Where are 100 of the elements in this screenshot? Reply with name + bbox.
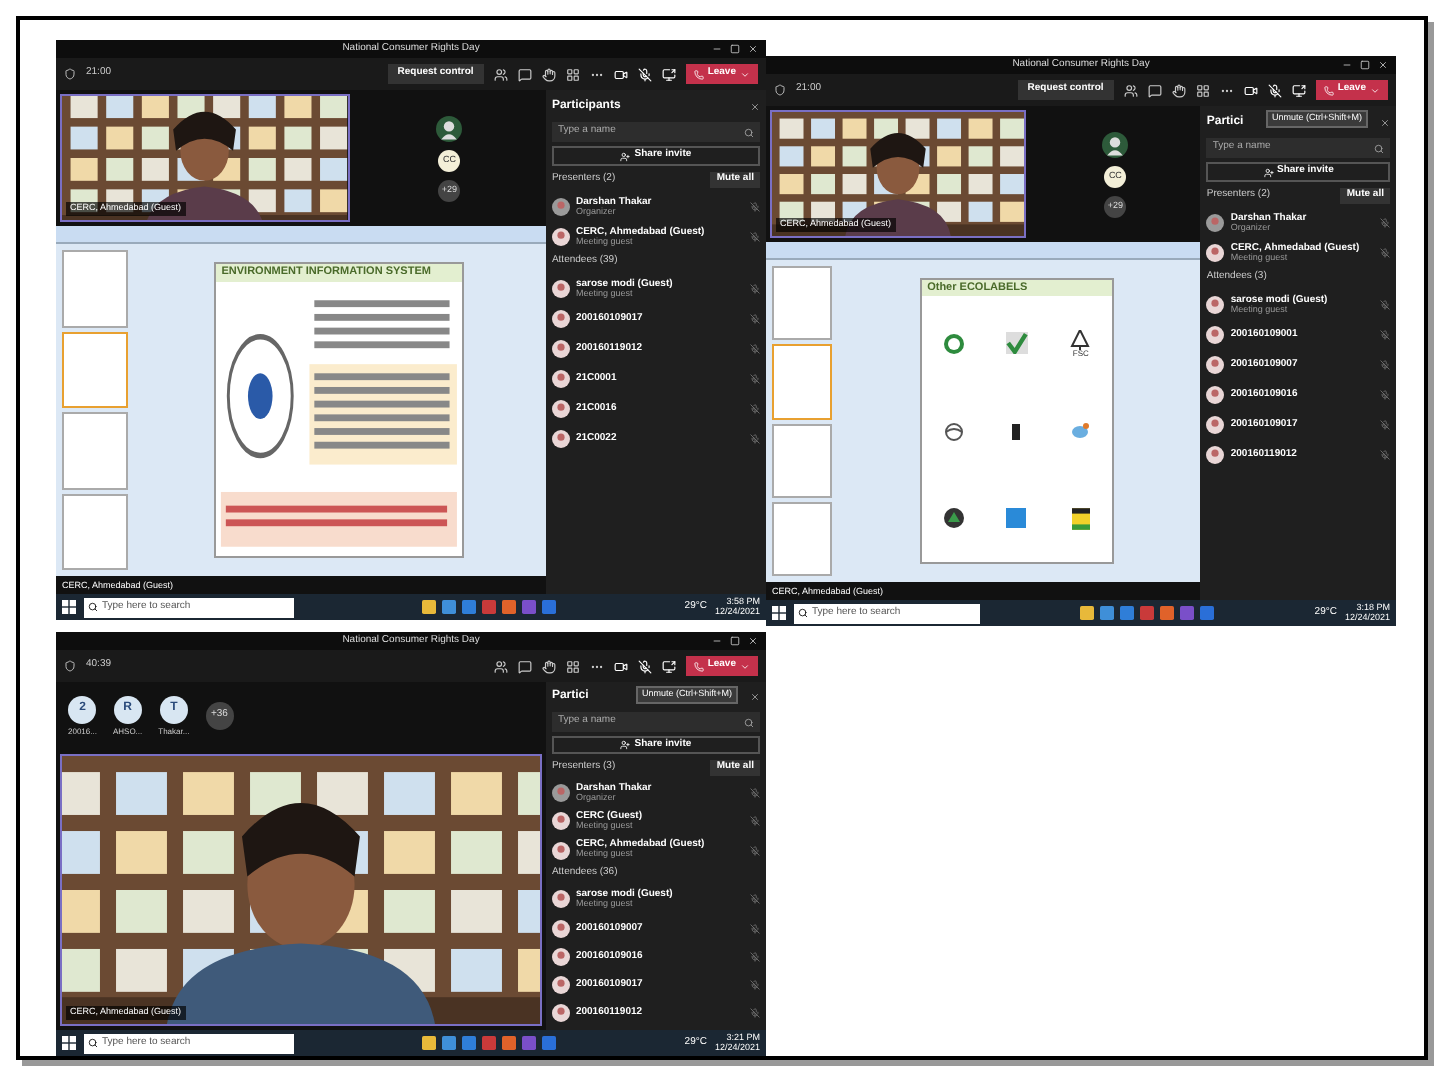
chevron-down-icon[interactable] [740, 661, 750, 671]
avatar-icon [551, 890, 570, 909]
mic-off-icon [1380, 248, 1390, 258]
slide-thumbnail[interactable] [62, 331, 129, 408]
avatar-icon [551, 280, 570, 298]
slide-thumbnail[interactable] [772, 344, 832, 419]
minimize-icon[interactable] [712, 636, 723, 646]
share-screen-icon[interactable] [661, 659, 676, 673]
slide-thumbnail[interactable] [62, 412, 129, 489]
slide-thumbnail[interactable] [772, 266, 832, 341]
mic-off-icon[interactable] [1267, 83, 1282, 97]
grid-icon[interactable] [565, 67, 580, 81]
avatar-icon [1206, 356, 1225, 374]
avatar-icon [551, 1004, 570, 1023]
maximize-icon[interactable] [730, 636, 741, 646]
minimize-icon[interactable] [712, 44, 723, 54]
camera-icon[interactable] [613, 67, 628, 81]
avatar-icon [551, 812, 570, 831]
avatar-icon [551, 430, 570, 448]
mic-off-icon [1380, 390, 1390, 400]
grid-icon[interactable] [1195, 83, 1210, 97]
mic-off-icon [750, 434, 760, 444]
avatar-icon [551, 976, 570, 995]
avatar-icon [551, 340, 570, 358]
avatar-icon [1206, 446, 1225, 464]
chevron-down-icon[interactable] [1370, 85, 1380, 95]
camera-icon[interactable] [1243, 83, 1258, 97]
search-icon [744, 127, 754, 137]
tree-badge-icon [943, 508, 964, 529]
rating-label-icon [1071, 507, 1090, 530]
avatar-icon [551, 310, 570, 328]
phone-icon [1323, 85, 1334, 95]
avatar-icon [1206, 296, 1225, 314]
mic-off-icon [1380, 360, 1390, 370]
maximize-icon[interactable] [1360, 60, 1371, 70]
mic-off-icon [750, 951, 760, 962]
mic-off-icon [750, 923, 760, 934]
mic-off-icon [750, 284, 760, 294]
avatar-icon [551, 198, 570, 216]
mic-off-icon[interactable] [637, 659, 652, 673]
slide-thumbnail[interactable] [62, 493, 129, 570]
search-icon [88, 1038, 98, 1048]
checkmark-logo-icon [1005, 332, 1028, 355]
hand-icon[interactable] [541, 659, 556, 673]
avatar-icon [551, 919, 570, 938]
chat-icon[interactable] [1147, 83, 1162, 97]
windows-logo-icon[interactable] [62, 600, 76, 614]
mic-off-icon [1380, 218, 1390, 228]
chevron-down-icon[interactable] [740, 69, 750, 79]
phone-icon [693, 69, 704, 79]
mic-off-icon [750, 314, 760, 324]
slide-thumbnail[interactable] [772, 423, 832, 498]
camera-icon[interactable] [613, 659, 628, 673]
mic-off-icon [750, 894, 760, 905]
profile-avatar-icon [1102, 131, 1129, 157]
avatar-icon [551, 228, 570, 246]
avatar-icon [551, 400, 570, 418]
mic-off-icon [750, 980, 760, 991]
avatar-icon [1206, 244, 1225, 262]
mic-off-icon [1380, 420, 1390, 430]
chat-icon[interactable] [517, 67, 532, 81]
slide-thumbnail[interactable] [772, 501, 832, 576]
people-icon[interactable] [493, 67, 508, 81]
chat-icon[interactable] [517, 659, 532, 673]
share-screen-icon[interactable] [661, 67, 676, 81]
mic-off-icon [1380, 450, 1390, 460]
people-icon[interactable] [1123, 83, 1138, 97]
avatar-icon [1206, 416, 1225, 434]
mic-off-icon [750, 202, 760, 212]
mic-off-icon[interactable] [637, 67, 652, 81]
add-person-icon [620, 739, 631, 750]
phone-icon [693, 661, 704, 671]
avatar-icon [551, 841, 570, 860]
share-screen-icon[interactable] [1291, 83, 1306, 97]
mic-off-icon [1380, 300, 1390, 310]
add-person-icon [1263, 167, 1273, 177]
mic-off-icon [1380, 330, 1390, 340]
grid-icon[interactable] [565, 659, 580, 673]
people-icon[interactable] [493, 659, 508, 673]
windows-logo-icon[interactable] [772, 606, 786, 620]
avatar-icon [551, 370, 570, 388]
avatar-icon [1206, 326, 1225, 344]
avatar-icon [551, 947, 570, 966]
hand-icon[interactable] [1171, 83, 1186, 97]
minimize-icon[interactable] [1342, 60, 1353, 70]
maximize-icon[interactable] [730, 44, 741, 54]
avatar-icon [551, 784, 570, 803]
slide-thumbnail[interactable] [62, 250, 129, 327]
mic-off-icon [750, 845, 760, 856]
mic-off-icon [750, 232, 760, 242]
avatar-icon [1206, 386, 1225, 404]
search-icon [798, 608, 808, 618]
search-icon [744, 717, 754, 727]
shield-icon [774, 84, 786, 96]
mic-off-icon [750, 344, 760, 354]
mic-off-icon [750, 1008, 760, 1019]
mic-off-icon [750, 374, 760, 384]
hand-icon[interactable] [541, 67, 556, 81]
windows-logo-icon[interactable] [62, 1036, 76, 1050]
mic-off-icon [750, 404, 760, 414]
